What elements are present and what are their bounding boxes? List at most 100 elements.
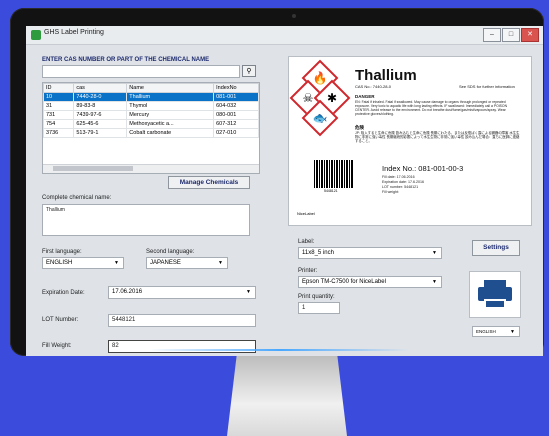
scrollbar-thumb[interactable] xyxy=(53,166,133,171)
chevron-down-icon: ▼ xyxy=(114,260,119,266)
table-row[interactable]: 31 89-83-8 Thymol 604-032 xyxy=(43,101,259,111)
first-language-label: First language: xyxy=(42,249,82,255)
printer-select-value: Epson TM-C7500 for NiceLabel xyxy=(302,279,386,285)
label-lot-number: LOT number: 5448121 xyxy=(382,185,419,189)
cell-id: 731 xyxy=(43,110,75,120)
cell-name: Cobalt carbonate xyxy=(126,128,215,138)
chevron-down-icon: ▼ xyxy=(432,279,437,285)
label-expiration: Expiration date: 17.6.2016 xyxy=(382,180,424,184)
barcode-image xyxy=(314,160,354,188)
second-language-label: Second language: xyxy=(146,249,195,255)
lot-number-input[interactable]: 5448121 xyxy=(108,314,256,327)
window-title: GHS Label Printing xyxy=(44,29,104,36)
label-select[interactable]: 11x8_5 inch ▼ xyxy=(298,247,442,259)
search-header: ENTER CAS NUMBER OR PART OF THE CHEMICAL… xyxy=(42,57,210,63)
app-icon xyxy=(31,30,41,40)
barcode-number: 5448121 xyxy=(324,189,338,193)
column-header-cas[interactable]: cas xyxy=(73,83,128,93)
close-button[interactable]: ✕ xyxy=(521,28,539,42)
cell-name: Mercury xyxy=(126,110,215,120)
printer-select-label: Printer: xyxy=(298,268,318,274)
ui-language-select[interactable]: ENGLISH ▼ xyxy=(472,326,520,337)
chevron-down-icon: ▼ xyxy=(510,329,515,335)
cell-indexno: 604-032 xyxy=(213,101,259,111)
cell-name: Thymol xyxy=(126,101,215,111)
cell-name: Thallium xyxy=(126,92,215,102)
app-window: GHS Label Printing – □ ✕ ENTER CAS NUMBE… xyxy=(26,26,543,356)
print-button[interactable] xyxy=(469,271,521,318)
chemical-grid: ID cas Name IndexNo 10 7440-28-0 Thalliu… xyxy=(43,83,259,138)
lot-label: LOT Number: xyxy=(42,317,79,323)
monitor-bezel: GHS Label Printing – □ ✕ ENTER CAS NUMBE… xyxy=(10,8,544,356)
cell-name: Methoxyacetic a... xyxy=(126,119,215,129)
minimize-button[interactable]: – xyxy=(483,28,501,42)
cell-cas: 513-79-1 xyxy=(73,128,128,138)
search-input[interactable] xyxy=(42,65,240,78)
chevron-down-icon: ▼ xyxy=(432,250,437,256)
first-language-value: ENGLISH xyxy=(46,260,73,266)
expiration-label: Expiration Date: xyxy=(42,290,85,296)
monitor-stand xyxy=(227,356,347,436)
cell-cas: 7440-28-0 xyxy=(73,92,128,102)
second-language-select[interactable]: JAPANESE ▼ xyxy=(146,257,228,269)
label-cas: CAS No.: 7440-28-0 xyxy=(355,84,392,89)
first-language-select[interactable]: ENGLISH ▼ xyxy=(42,257,124,269)
table-horizontal-scrollbar[interactable] xyxy=(43,164,259,173)
table-row[interactable]: 3736 513-79-1 Cobalt carbonate 027-010 xyxy=(43,128,259,138)
ui-language-value: ENGLISH xyxy=(476,329,496,334)
cell-id: 3736 xyxy=(43,128,75,138)
expiration-value: 17.06.2016 xyxy=(112,289,143,295)
label-sds-note: See SDS for further information xyxy=(459,84,515,89)
label-select-value: 11x8_5 inch xyxy=(302,250,334,256)
cell-id: 31 xyxy=(43,101,75,111)
column-header-indexno[interactable]: IndexNo xyxy=(213,83,259,93)
label-index-no: Index No.: 081-001-00-3 xyxy=(382,164,464,173)
column-header-id[interactable]: ID xyxy=(43,83,75,93)
left-panel: ENTER CAS NUMBER OR PART OF THE CHEMICAL… xyxy=(36,52,268,353)
label-preview: 🔥 ☠ ✱ 🐟 Thallium CAS No.: 7440-28-0 See … xyxy=(288,56,532,226)
webcam-dot xyxy=(292,14,296,18)
manage-chemicals-button[interactable]: Manage Chemicals xyxy=(168,176,250,189)
title-bar: GHS Label Printing – □ ✕ xyxy=(26,26,543,45)
cell-indexno: 081-001 xyxy=(213,92,259,102)
cell-indexno: 080-001 xyxy=(213,110,259,120)
table-row[interactable]: 10 7440-28-0 Thallium 081-001 xyxy=(43,92,259,102)
fill-weight-input[interactable]: 82 xyxy=(108,340,256,353)
chemical-table: ID cas Name IndexNo 10 7440-28-0 Thalliu… xyxy=(42,82,260,174)
label-chemical-name: Thallium xyxy=(355,67,417,84)
table-row[interactable]: 754 625-45-6 Methoxyacetic a... 607-312 xyxy=(43,119,259,129)
printer-select[interactable]: Epson TM-C7500 for NiceLabel ▼ xyxy=(298,276,442,288)
complete-name-field[interactable]: Thallium xyxy=(42,204,250,236)
cell-cas: 89-83-8 xyxy=(73,101,128,111)
table-row[interactable]: 731 7439-97-6 Mercury 080-001 xyxy=(43,110,259,120)
column-header-name[interactable]: Name xyxy=(126,83,215,93)
cell-cas: 7439-97-6 xyxy=(73,110,128,120)
settings-button[interactable]: Settings xyxy=(472,240,520,256)
cell-id: 754 xyxy=(43,119,75,129)
label-footer: NiceLabel xyxy=(297,211,315,216)
cell-id: 10 xyxy=(43,92,75,102)
window-controls: – □ ✕ xyxy=(483,28,539,42)
print-quantity-label: Print quantity: xyxy=(298,294,335,300)
complete-name-label: Complete chemical name: xyxy=(42,195,112,201)
chevron-down-icon: ▼ xyxy=(246,289,251,295)
search-icon: ⚲ xyxy=(246,68,252,75)
maximize-button[interactable]: □ xyxy=(502,28,520,42)
print-quantity-input[interactable]: 1 xyxy=(298,302,340,314)
screen-glow xyxy=(150,349,410,351)
label-hazard-text: EN: Fatal if inhaled. Fatal if swallowed… xyxy=(355,100,508,116)
cell-indexno: 607-312 xyxy=(213,119,259,129)
table-header-row: ID cas Name IndexNo xyxy=(43,83,259,93)
label-fill-date: Fill date: 17.06.2016 xyxy=(382,175,415,179)
second-language-value: JAPANESE xyxy=(150,260,181,266)
search-button[interactable]: ⚲ xyxy=(242,65,256,77)
label-signal-word: DANGER xyxy=(355,94,375,99)
expiration-date-picker[interactable]: 17.06.2016 ▼ xyxy=(108,286,256,299)
label-hazard-text-jp: JP: 吸入すると生命に危険 飲み込むと生命に危険 長期にわたる、または反復ばく… xyxy=(355,131,520,143)
cell-indexno: 027-010 xyxy=(213,128,259,138)
cell-cas: 625-45-6 xyxy=(73,119,128,129)
label-fill-weight: Fill weight: xyxy=(382,190,399,194)
label-select-label: Label: xyxy=(298,239,315,245)
fill-weight-label: Fill Weight: xyxy=(42,343,72,349)
chevron-down-icon: ▼ xyxy=(218,260,223,266)
